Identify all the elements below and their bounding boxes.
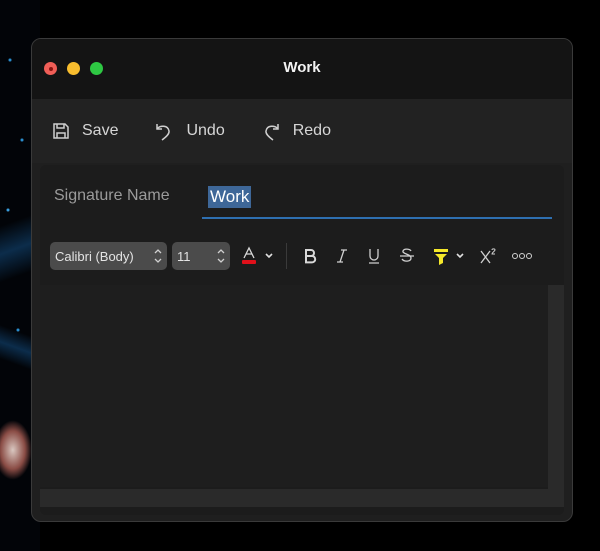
save-icon: [53, 123, 69, 139]
underline-icon: [369, 249, 379, 264]
toolbar-divider: [286, 243, 287, 269]
strikethrough-icon: [400, 248, 414, 262]
signature-editor-window: Work Save Undo Redo Signature Name Work …: [31, 38, 573, 522]
chevron-down-icon: [265, 253, 273, 259]
font-color-button[interactable]: [240, 246, 258, 266]
signature-name-input[interactable]: Work: [202, 179, 552, 219]
highlight-dropdown[interactable]: [455, 252, 465, 260]
save-label: Save: [82, 122, 119, 139]
stepper-arrows-icon: [154, 249, 162, 263]
signature-editor-panel: Signature Name Work Calibri (Body) 11: [40, 165, 564, 515]
redo-label: Redo: [292, 122, 331, 139]
undo-icon: [156, 124, 171, 141]
undo-label: Undo: [186, 122, 225, 139]
redo-icon: [264, 124, 279, 141]
undo-button[interactable]: Undo: [154, 121, 225, 141]
save-button[interactable]: Save: [52, 122, 118, 140]
more-options-button[interactable]: [511, 252, 533, 260]
signature-name-label: Signature Name: [54, 187, 170, 204]
font-family-select[interactable]: Calibri (Body): [50, 242, 167, 270]
more-options-icon: [512, 253, 532, 259]
chevron-down-icon: [456, 253, 464, 259]
highlight-icon: [434, 249, 448, 265]
toolbar: Save Undo Redo: [32, 99, 572, 163]
title-bar: Work: [32, 39, 572, 99]
signature-name-row: Signature Name Work: [40, 165, 564, 223]
stepper-arrows-icon: [217, 249, 225, 263]
wallpaper-graphic: [0, 420, 32, 480]
redo-button[interactable]: Redo: [261, 121, 331, 141]
vertical-scrollbar[interactable]: [548, 285, 564, 489]
bold-icon: [305, 249, 317, 264]
italic-button[interactable]: [335, 248, 349, 264]
underline-button[interactable]: [367, 247, 381, 265]
font-family-value: Calibri (Body): [55, 248, 134, 264]
superscript-button[interactable]: [479, 247, 497, 265]
font-color-dropdown[interactable]: [264, 252, 274, 260]
highlight-button[interactable]: [433, 247, 449, 265]
signature-body-editor[interactable]: [40, 285, 549, 487]
font-size-value: 11: [177, 248, 191, 264]
horizontal-scrollbar[interactable]: [40, 489, 564, 507]
formatting-toolbar: Calibri (Body) 11: [50, 241, 560, 271]
bold-button[interactable]: [303, 248, 317, 264]
italic-icon: [337, 249, 347, 263]
font-size-select[interactable]: 11: [172, 242, 230, 270]
signature-name-value: Work: [208, 186, 252, 208]
font-color-icon: [242, 246, 256, 264]
window-title: Work: [283, 59, 321, 76]
superscript-icon: [480, 248, 496, 264]
strikethrough-button[interactable]: [399, 247, 415, 265]
